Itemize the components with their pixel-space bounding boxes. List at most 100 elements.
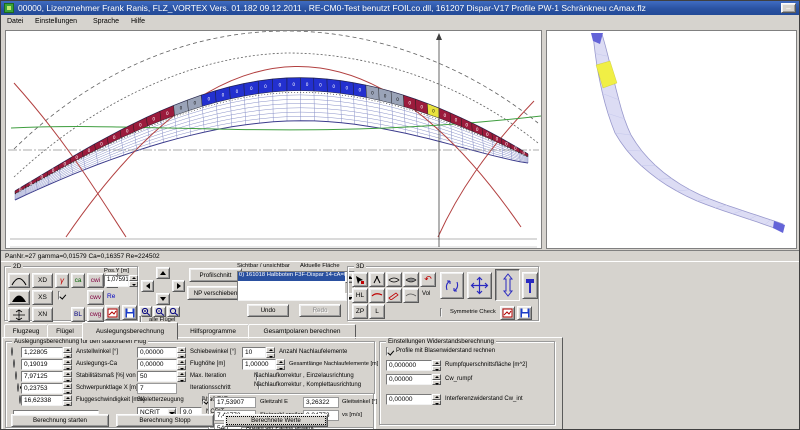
ca-button[interactable]: ca <box>71 273 85 288</box>
pan-left-button[interactable] <box>141 280 154 292</box>
cw-rumpf-spinner[interactable] <box>432 374 441 385</box>
undo-button[interactable]: Undo <box>247 304 289 317</box>
panel-tool-button[interactable] <box>369 272 385 287</box>
menu-datei[interactable]: Datei <box>7 18 23 25</box>
rebuild-button[interactable] <box>522 272 538 299</box>
minimize-button[interactable]: – <box>781 3 796 13</box>
surface-listbox[interactable]: 0) 161018 Halbboten F3F-Dispar 14-cA=0 <box>237 271 355 301</box>
schwerpunktlage-radio[interactable] <box>17 383 19 392</box>
cw-rumpf-input[interactable]: 0,00000 <box>386 374 432 385</box>
schwerpunktlage-spinner[interactable] <box>63 383 72 394</box>
gamma-button[interactable]: γ <box>55 273 69 288</box>
anstellwinkel-spinner[interactable] <box>63 347 72 358</box>
airfoil-outline-button[interactable] <box>403 288 419 303</box>
save-plot-button[interactable] <box>122 305 137 320</box>
rumpfquerschnitt-spinner[interactable] <box>432 360 441 371</box>
surface-list-item[interactable]: 0) 161018 Halbboten F3F-Dispar 14-cA=0 <box>238 272 354 281</box>
schiebewinkel-spinner[interactable] <box>177 347 186 358</box>
stabilitaetsmass-input[interactable]: 7,97125 <box>21 371 63 382</box>
rotate-view-button[interactable] <box>440 272 464 299</box>
airfoil-red-button[interactable] <box>369 288 385 303</box>
posy-spinner[interactable] <box>129 275 138 287</box>
gesamtlaenge-spinner[interactable] <box>276 359 285 370</box>
undo-view-button[interactable]: ↶ <box>420 272 436 287</box>
zoom-out-button[interactable] <box>153 306 166 317</box>
berechnete-werte-button[interactable]: Berechnete Werte <box>224 414 328 427</box>
pan-right-button[interactable] <box>172 280 185 292</box>
max-iteration-input[interactable]: 50 <box>137 371 177 382</box>
halfwing-outline-button[interactable] <box>8 273 30 288</box>
halfwing-filled-button[interactable] <box>8 290 30 305</box>
fluggeschwindigkeit-input[interactable]: 16,62338 <box>21 395 63 406</box>
pan-up-button[interactable] <box>156 267 170 279</box>
bl-button[interactable]: BL <box>71 307 85 322</box>
save-3d-button[interactable] <box>517 306 532 320</box>
copy-3d-image-button[interactable] <box>500 306 515 320</box>
schwerpunktlage-input[interactable]: 0,23753 <box>21 383 63 394</box>
xn-button[interactable]: XN <box>32 307 53 322</box>
flughoehe-input[interactable]: 0,00000 <box>137 359 177 370</box>
select-panel-button[interactable] <box>352 272 368 287</box>
redo-button[interactable]: Redo <box>299 304 341 317</box>
flughoehe-spinner[interactable] <box>177 359 186 370</box>
nachlaufelemente-input[interactable]: 10 <box>242 347 266 358</box>
gamma-checkbox[interactable] <box>58 291 60 300</box>
blasenwiderstand-checkbox[interactable] <box>386 347 388 356</box>
svg-text:0: 0 <box>113 135 116 140</box>
airfoil-pen-button[interactable] <box>386 288 402 303</box>
cwg-button[interactable]: cwg <box>87 307 104 322</box>
xs-button[interactable]: XS <box>32 290 53 305</box>
cw-int-input[interactable]: 0,00000 <box>386 394 432 405</box>
nachlaufelemente-spinner[interactable] <box>266 347 275 358</box>
svg-text:0: 0 <box>29 181 32 186</box>
svg-text:0: 0 <box>278 83 281 88</box>
tab-auslegungsberechnung[interactable]: Auslegungsberechnung <box>82 322 178 340</box>
zp-button[interactable]: ZP <box>352 304 368 319</box>
zoom-view-button[interactable] <box>495 269 520 301</box>
berechnung-stopp-button[interactable]: Berechnung Stopp <box>116 414 214 427</box>
gesamtlaenge-input[interactable]: 1,00000 <box>242 359 276 370</box>
svg-text:0: 0 <box>345 86 348 91</box>
auslegungs-ca-radio[interactable] <box>13 359 15 368</box>
cwv-button[interactable]: cwv <box>87 290 104 305</box>
symmetrie-check-checkbox[interactable] <box>440 308 442 317</box>
stabilitaetsmass-radio[interactable] <box>15 371 17 380</box>
xd-button[interactable]: XD <box>32 273 53 288</box>
max-iteration-spinner[interactable] <box>177 371 186 382</box>
menu-sprache[interactable]: Sprache <box>93 18 119 25</box>
wing-fill-button[interactable] <box>403 272 419 287</box>
fluggeschwindigkeit-spinner[interactable] <box>63 395 72 406</box>
auslegungs-ca-input[interactable]: 0,19019 <box>21 359 63 370</box>
cwi-button[interactable]: cwi <box>87 273 104 288</box>
anstellwinkel-radio[interactable] <box>11 347 13 356</box>
symmetric-view-button[interactable] <box>8 307 30 322</box>
pan-down-button[interactable] <box>156 293 170 305</box>
svg-text:0: 0 <box>496 137 499 142</box>
rumpfquerschnitt-input[interactable]: 0,000000 <box>386 360 432 371</box>
pan-view-button[interactable] <box>467 272 492 299</box>
title-bar[interactable]: 00000, Lizenznehmer Frank Ranis, FLZ_VOR… <box>1 1 800 15</box>
hl-button[interactable]: HL <box>352 288 368 303</box>
planform-plot[interactable]: 0000000000000000000000000000000000000000… <box>5 30 542 249</box>
zoom-fit-button[interactable] <box>167 306 180 317</box>
schiebewinkel-input[interactable]: 0,00000 <box>137 347 177 358</box>
toolbar-3d-group: 3D ↶ HL Vol ZP L <box>347 266 539 321</box>
menu-hilfe[interactable]: Hilfe <box>131 18 145 25</box>
wing-outline-button[interactable] <box>386 272 402 287</box>
profilschnitt-button[interactable]: Profilschnitt <box>189 268 242 282</box>
gleitwinkel-label: Gleitwinkel [°] <box>342 399 377 405</box>
svg-text:0: 0 <box>486 132 489 137</box>
berechnung-starten-button[interactable]: Berechnung starten <box>11 414 109 427</box>
wing-3d-view[interactable] <box>546 30 797 249</box>
svg-text:0: 0 <box>139 122 142 127</box>
menu-einstellungen[interactable]: Einstellungen <box>35 18 77 25</box>
l-button[interactable]: L <box>369 304 385 319</box>
auslegungs-ca-spinner[interactable] <box>63 359 72 370</box>
posy-input[interactable]: 1,07591 <box>104 275 129 287</box>
stabilitaetsmass-spinner[interactable] <box>63 371 72 382</box>
copy-image-button[interactable] <box>105 305 120 320</box>
cw-int-spinner[interactable] <box>432 394 441 405</box>
anstellwinkel-input[interactable]: 1,22805 <box>21 347 63 358</box>
np-verschieben-button[interactable]: NP verschieben <box>187 286 244 300</box>
cw-rumpf-label: Cw_rumpf <box>445 376 472 382</box>
